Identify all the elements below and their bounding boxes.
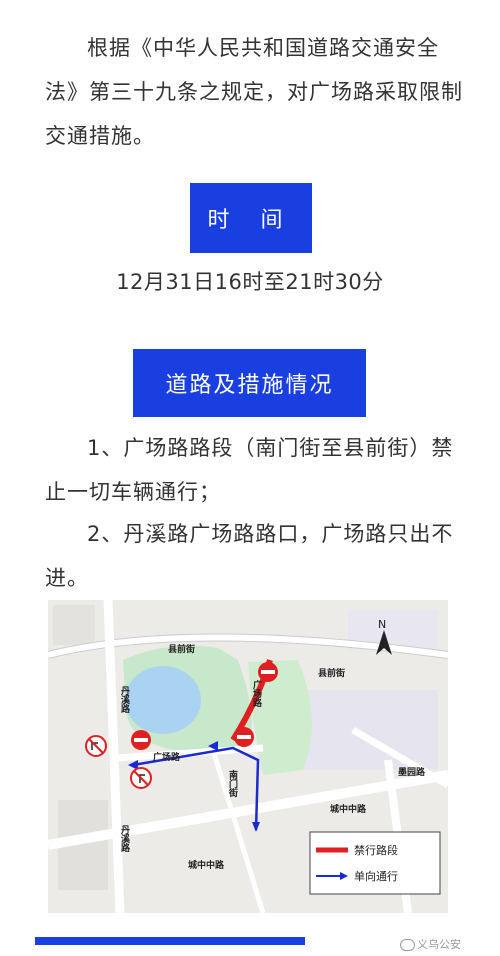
no-left-turn-sign	[85, 735, 107, 757]
legend-oneway-label: 单向通行	[354, 869, 398, 883]
label-nanmenjie: 南门街	[227, 769, 239, 798]
label-xianqianjie-top: 县前街	[168, 643, 195, 655]
no-entry-sign-1	[258, 662, 278, 682]
bottom-divider-bar	[35, 937, 305, 945]
label-xianqianjie-right: 县前街	[318, 667, 345, 679]
no-right-turn-sign	[130, 767, 152, 789]
map-legend: 禁行路段 单向通行	[309, 831, 441, 895]
legend-closed-label: 禁行路段	[354, 843, 398, 857]
measure-2: 2、丹溪路广场路路口，广场路只出不进。	[45, 522, 454, 590]
intro-paragraph: 根据《中华人民共和国道路交通安全法》第三十九条之规定，对广场路采取限制交通措施。	[45, 36, 463, 148]
traffic-map: N 县前街 县前街 丹溪路 丹溪路 广场路 广场路 南门街 城中中路 城中中路 …	[48, 600, 448, 913]
lake	[125, 666, 201, 734]
label-chengzhongzhonglu-right: 城中中路	[330, 803, 367, 815]
measure-1: 1、广场路路段（南门街至县前街）禁止一切车辆通行；	[45, 436, 454, 504]
no-entry-sign-3	[131, 730, 151, 750]
watermark: 义乌公安	[400, 936, 461, 952]
label-huangyuanlu: 墨园路	[398, 766, 426, 778]
no-entry-sign-2	[234, 727, 254, 747]
weibo-icon	[400, 939, 415, 951]
road-measures-badge: 道路及措施情况	[133, 349, 366, 417]
label-chengzhongzhonglu-left: 城中中路	[188, 859, 225, 871]
label-danxilu-top: 丹溪路	[119, 686, 130, 714]
svg-text:N: N	[378, 618, 386, 631]
label-guangchanglu-vertical: 广场路	[251, 679, 262, 708]
time-text: 12月31日16时至21时30分	[116, 270, 384, 294]
label-guangchanglu-horizontal: 广场路	[153, 751, 181, 763]
time-badge: 时 间	[190, 183, 312, 253]
label-danxilu-bottom: 丹溪路	[119, 825, 130, 853]
